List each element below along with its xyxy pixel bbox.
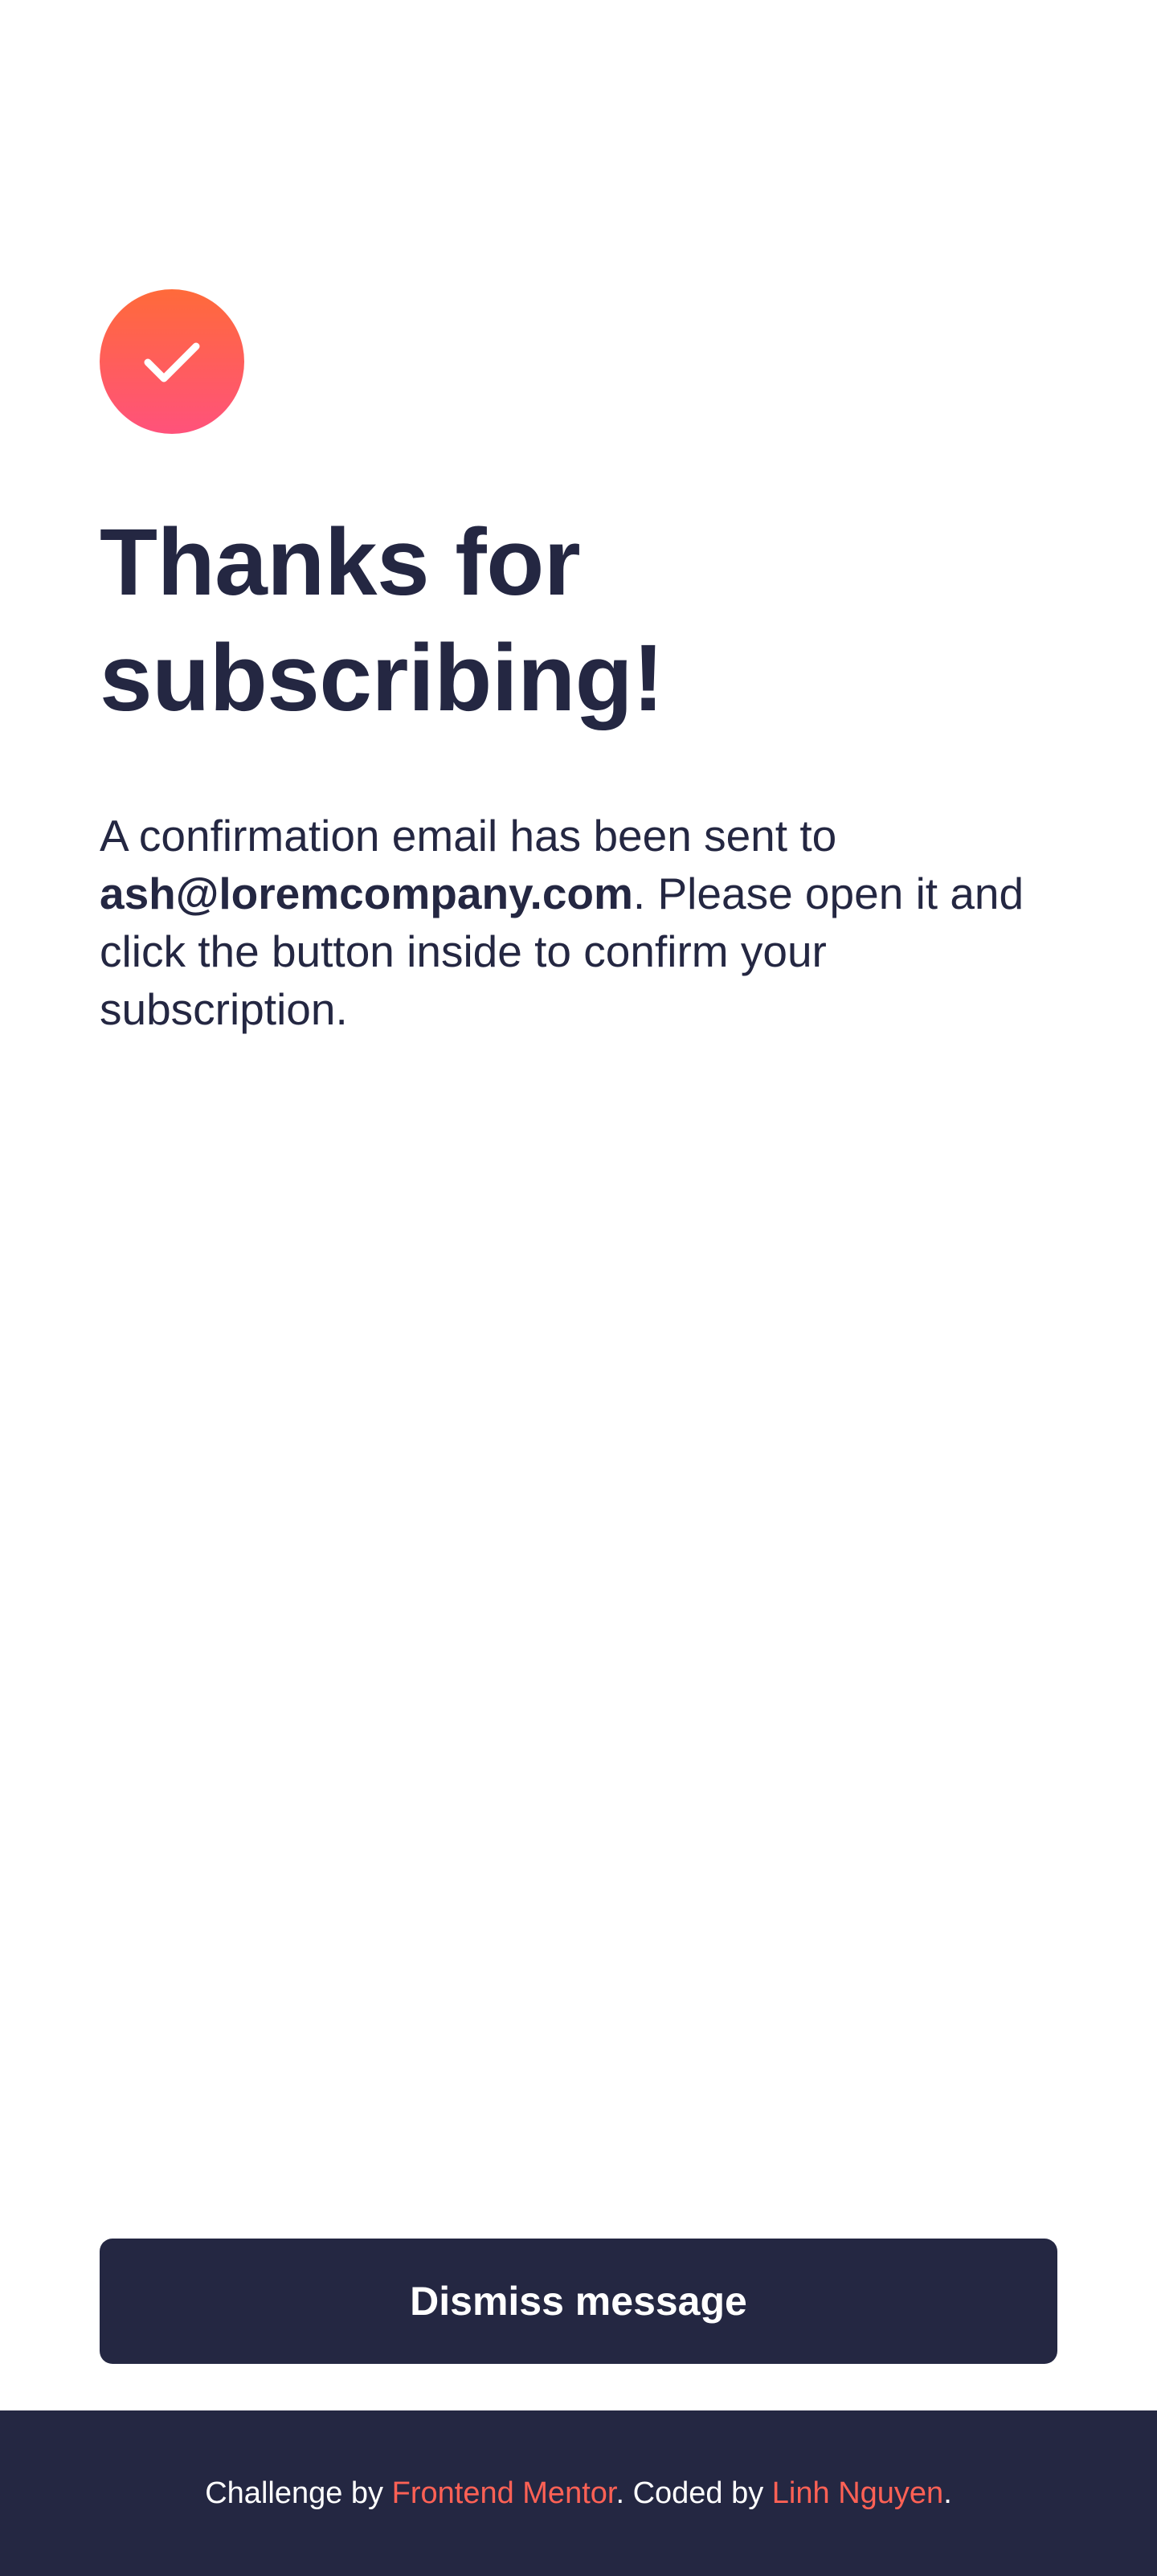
author-link[interactable]: Linh Nguyen (772, 2476, 943, 2510)
page-title: Thanks for subscribing! (100, 509, 664, 731)
checkmark-icon (144, 342, 200, 382)
frontend-mentor-link[interactable]: Frontend Mentor (392, 2476, 616, 2510)
confirmation-message: A confirmation email has been sent to as… (100, 807, 1032, 1038)
dismiss-message-button[interactable]: Dismiss message (100, 2239, 1057, 2364)
subscriber-email: ash@loremcompany.com (100, 869, 633, 918)
page-footer: Challenge by Frontend Mentor. Coded by L… (0, 2410, 1157, 2576)
message-prefix: A confirmation email has been sent to (100, 811, 837, 861)
attribution-text: Challenge by Frontend Mentor. Coded by L… (205, 2474, 952, 2513)
footer-period: . (943, 2476, 952, 2510)
challenge-by-text: Challenge by (205, 2476, 392, 2510)
success-page: Thanks for subscribing! A confirmation e… (0, 0, 1157, 2576)
success-checkmark-icon (100, 289, 244, 434)
coded-by-text: . Coded by (615, 2476, 772, 2510)
